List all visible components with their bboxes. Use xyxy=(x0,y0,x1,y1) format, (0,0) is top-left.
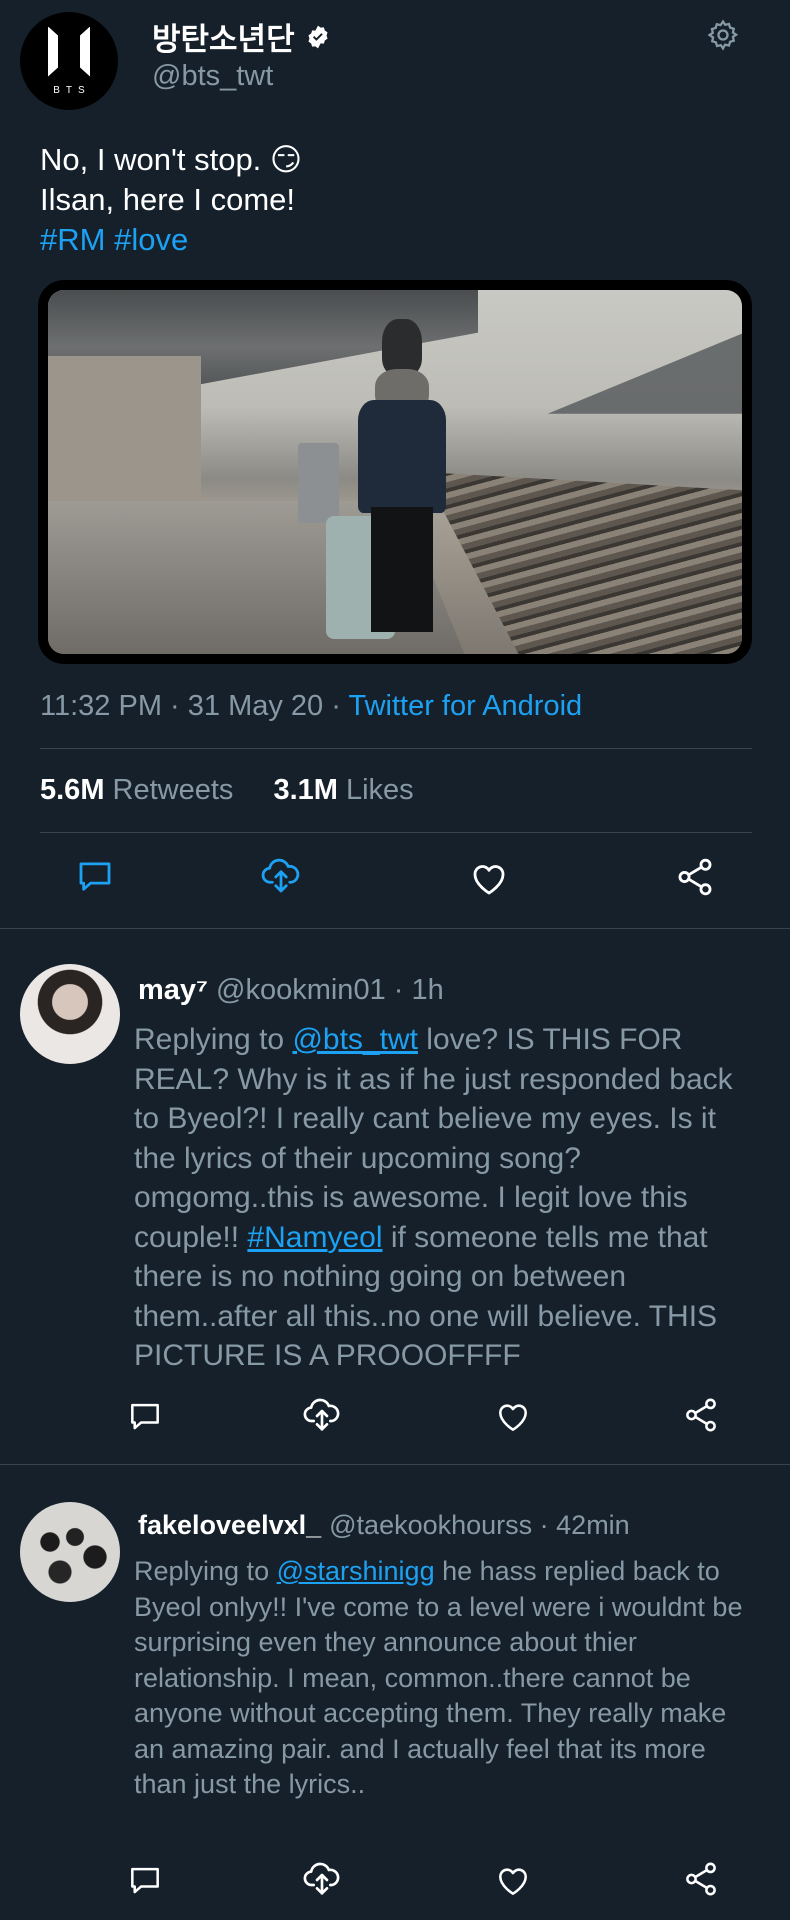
reply-header: fakeloveelvxl_ @taekookhourss · 42min xyxy=(138,1510,630,1540)
replying-to-label: Replying to xyxy=(134,1556,270,1586)
reply-text-part1: he hass replied back to Byeol onlyy!! I'… xyxy=(134,1556,743,1799)
likes-label: Likes xyxy=(345,774,414,806)
verified-badge-icon xyxy=(308,25,328,48)
share-icon xyxy=(686,1398,716,1432)
reply-button[interactable] xyxy=(126,1862,164,1900)
section-divider xyxy=(0,928,790,929)
reply-icon xyxy=(79,862,111,891)
reply-hashtag[interactable]: #Namyeol xyxy=(247,1221,382,1254)
tweet-date: 31 May 20 xyxy=(187,690,324,722)
like-icon xyxy=(499,1404,527,1431)
reply-header: may⁷ @kookmin01 · 1h xyxy=(138,974,444,1006)
retweet-button[interactable] xyxy=(260,856,302,898)
retweets-count: 5.6M xyxy=(40,774,105,806)
like-button[interactable] xyxy=(468,858,510,900)
tweet-line-1: No, I won't stop. 😏 xyxy=(40,142,303,177)
likes-stat[interactable]: 3.1M Likes xyxy=(273,774,413,807)
author-display-name[interactable]: 방탄소년단 xyxy=(152,14,331,59)
like-icon xyxy=(499,1868,527,1895)
reply-author-handle[interactable]: @taekookhourss xyxy=(329,1510,532,1540)
reply-text: Replying to @starshinigg he hass replied… xyxy=(134,1554,762,1803)
retweets-label: Retweets xyxy=(112,774,234,806)
share-icon xyxy=(686,1862,716,1896)
author-handle[interactable]: @bts_twt xyxy=(152,60,273,93)
likes-count: 3.1M xyxy=(273,774,338,806)
reply-button[interactable] xyxy=(126,1398,164,1436)
avatar-logo-text: BTS xyxy=(53,84,91,96)
share-button[interactable] xyxy=(682,1860,720,1898)
like-button[interactable] xyxy=(494,1862,532,1900)
author-name-text[interactable]: 방탄소년단 xyxy=(152,14,295,59)
gear-icon[interactable] xyxy=(706,18,740,52)
reply-mention[interactable]: @bts_twt xyxy=(292,1023,418,1056)
reply-icon xyxy=(131,1403,159,1430)
reply-icon xyxy=(131,1867,159,1894)
tweet-photo[interactable] xyxy=(48,290,742,654)
section-divider xyxy=(0,1464,790,1465)
reply-author-name[interactable]: may⁷ xyxy=(138,974,208,1006)
tweet-time: 11:32 PM xyxy=(40,690,162,722)
retweets-stat[interactable]: 5.6M Retweets xyxy=(40,774,233,807)
reply-avatar[interactable] xyxy=(20,1502,120,1602)
bts-logo xyxy=(48,26,90,77)
retweet-icon xyxy=(303,1862,340,1895)
share-icon xyxy=(678,858,712,896)
reply-author-handle[interactable]: @kookmin01 xyxy=(216,974,386,1006)
reply-avatar[interactable] xyxy=(20,964,120,1064)
share-button[interactable] xyxy=(682,1396,720,1434)
author-avatar[interactable]: BTS xyxy=(20,12,118,110)
reply-mention[interactable]: @starshinigg xyxy=(277,1556,435,1586)
tweet-source[interactable]: Twitter for Android xyxy=(348,690,582,722)
divider xyxy=(40,748,752,749)
tweet-media[interactable] xyxy=(38,280,752,664)
tweet-text: No, I won't stop. 😏 Ilsan, here I come! … xyxy=(40,140,302,260)
replying-to-label: Replying to xyxy=(134,1023,285,1056)
reply-button[interactable] xyxy=(74,856,116,898)
tweet-metadata: 11:32 PM · 31 May 20 · Twitter for Andro… xyxy=(40,690,583,722)
share-button[interactable] xyxy=(674,856,716,898)
like-button[interactable] xyxy=(494,1398,532,1436)
hashtag-rm[interactable]: #RM xyxy=(40,222,105,257)
reply-text: Replying to @bts_twt love? IS THIS FOR R… xyxy=(134,1020,754,1376)
tweet-line-2: Ilsan, here I come! xyxy=(40,182,296,217)
like-icon xyxy=(473,865,505,895)
reply-time: 1h xyxy=(411,974,444,1006)
divider xyxy=(40,832,752,833)
retweet-icon xyxy=(303,1398,340,1431)
retweet-button[interactable] xyxy=(302,1860,342,1900)
reply-text-part1: love? IS THIS FOR REAL? Why is it as if … xyxy=(134,1023,733,1254)
retweet-icon xyxy=(261,858,300,893)
retweet-button[interactable] xyxy=(302,1396,342,1436)
reply-author-name[interactable]: fakeloveelvxl_ xyxy=(138,1510,321,1540)
tweet-stats: 5.6M Retweets 3.1M Likes xyxy=(40,774,414,807)
hashtag-love[interactable]: #love xyxy=(114,222,188,257)
reply-time: 42min xyxy=(556,1510,630,1540)
